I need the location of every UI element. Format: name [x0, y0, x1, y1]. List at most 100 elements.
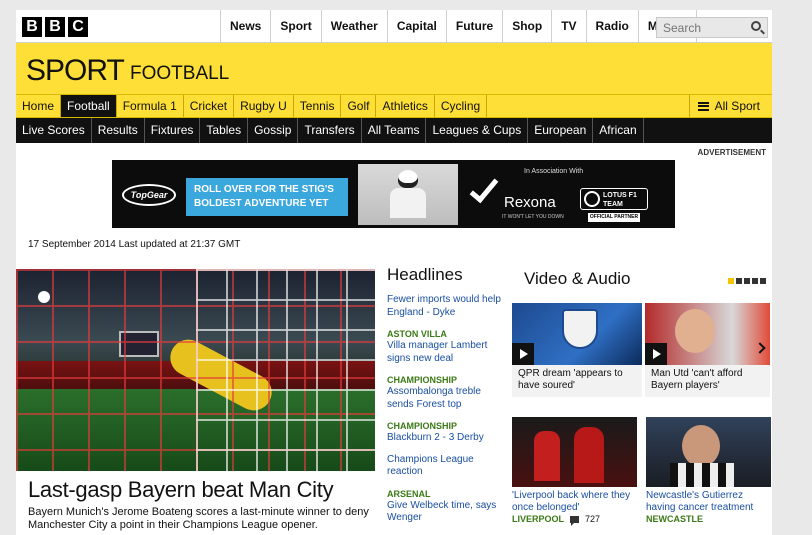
video-caption[interactable]: QPR dream 'appears to have soured' — [512, 365, 642, 397]
video-thumbnail[interactable] — [512, 303, 642, 365]
official-partner-label: OFFICIAL PARTNER — [588, 213, 640, 222]
sportnav-golf[interactable]: Golf — [341, 95, 377, 117]
subnav-transfers[interactable]: Transfers — [298, 118, 362, 143]
carousel-dot[interactable] — [744, 278, 750, 284]
headline-item[interactable]: ARSENAL Give Welbeck time, says Wenger — [387, 488, 505, 525]
headline-item[interactable]: CHAMPIONSHIP Blackburn 2 - 3 Derby — [387, 420, 505, 445]
section-title: FOOTBALL — [130, 63, 230, 84]
story-image[interactable] — [646, 417, 771, 487]
player-face — [682, 425, 720, 467]
subnav-gossip[interactable]: Gossip — [248, 118, 299, 143]
video-item[interactable]: QPR dream 'appears to have soured' — [512, 303, 642, 397]
headline-item[interactable]: ASTON VILLA Villa manager Lambert signs … — [387, 328, 505, 365]
headline-category[interactable]: ARSENAL — [387, 488, 505, 500]
carousel-dot[interactable] — [760, 278, 766, 284]
story-text[interactable]: Newcastle's Gutierrez having cancer trea… — [646, 487, 771, 514]
comment-icon — [570, 515, 580, 526]
sportnav-tennis[interactable]: Tennis — [294, 95, 342, 117]
all-sport-label: All Sport — [714, 99, 760, 113]
headline-text[interactable]: Blackburn 2 - 3 Derby — [387, 432, 505, 445]
sportnav-home[interactable]: Home — [16, 95, 62, 117]
search-icon[interactable] — [751, 21, 761, 31]
subnav-tables[interactable]: Tables — [200, 118, 249, 143]
topnav-capital[interactable]: Capital — [386, 10, 446, 43]
topnav-future[interactable]: Future — [445, 10, 502, 43]
subnav-results[interactable]: Results — [92, 118, 145, 143]
headline-category[interactable]: CHAMPIONSHIP — [387, 420, 505, 432]
topnav-weather[interactable]: Weather — [320, 10, 387, 43]
subnav-live-scores[interactable]: Live Scores — [16, 118, 92, 143]
headlines-title: Headlines — [387, 265, 463, 284]
player-shape — [534, 431, 560, 481]
bbc-top-bar: B B C News Sport Weather Capital Future … — [16, 10, 772, 43]
advert-line-2: BOLDEST ADVENTURE YET — [194, 198, 329, 209]
story-image[interactable] — [512, 417, 637, 487]
topnav-radio[interactable]: Radio — [585, 10, 638, 43]
carousel-dot[interactable] — [736, 278, 742, 284]
story-category[interactable]: NEWCASTLE — [646, 514, 703, 524]
play-icon[interactable] — [512, 343, 534, 365]
all-sport-button[interactable]: All Sport — [688, 95, 772, 117]
topnav-sport[interactable]: Sport — [270, 10, 320, 43]
topnav-news[interactable]: News — [220, 10, 270, 43]
headline-text[interactable]: Assombalonga treble sends Forest top — [387, 386, 505, 411]
subnav-fixtures[interactable]: Fixtures — [145, 118, 201, 143]
headline-category[interactable]: ASTON VILLA — [387, 328, 505, 340]
story-category[interactable]: LIVERPOOL — [512, 514, 564, 524]
logo-letter-c: C — [68, 17, 88, 37]
rexona-check-icon — [469, 172, 499, 204]
video-audio-title: Video & Audio — [524, 269, 631, 288]
carousel-dot[interactable] — [752, 278, 758, 284]
carousel-dots — [728, 278, 766, 284]
headline-text[interactable]: Champions League reaction — [387, 454, 505, 479]
menu-icon — [697, 101, 709, 111]
logo-letter-b2: B — [45, 17, 65, 37]
lotus-logo: LOTUS F1 TEAM — [580, 188, 648, 210]
subnav-european[interactable]: European — [528, 118, 594, 143]
stig-body-shape — [390, 188, 426, 218]
subnav-leagues-cups[interactable]: Leagues & Cups — [426, 118, 529, 143]
advert-line-1: ROLL OVER FOR THE STIG'S — [194, 184, 334, 195]
sport-brand[interactable]: SPORT — [26, 54, 125, 88]
subnav-african[interactable]: African — [593, 118, 644, 143]
football-subnav: Live Scores Results Fixtures Tables Goss… — [16, 118, 772, 143]
headline-item[interactable]: CHAMPIONSHIP Assombalonga treble sends F… — [387, 374, 505, 411]
bbc-logo[interactable]: B B C — [22, 17, 88, 37]
sportnav-football[interactable]: Football — [61, 95, 117, 117]
comment-count[interactable]: 727 — [585, 514, 600, 524]
hero-headline[interactable]: Last-gasp Bayern beat Man City — [28, 477, 334, 503]
sportnav-athletics[interactable]: Athletics — [376, 95, 435, 117]
sportnav-cricket[interactable]: Cricket — [184, 95, 235, 117]
player-shape — [574, 427, 604, 483]
headline-text[interactable]: Fewer imports would help England - Dyke — [387, 294, 505, 319]
headline-text[interactable]: Villa manager Lambert signs new deal — [387, 340, 505, 365]
topnav-tv[interactable]: TV — [551, 10, 585, 43]
hero-image[interactable] — [16, 269, 375, 471]
sportnav-formula1[interactable]: Formula 1 — [117, 95, 184, 117]
headline-category[interactable]: CHAMPIONSHIP — [387, 374, 505, 386]
manager-face — [675, 309, 715, 353]
sport-frame: B B C News Sport Weather Capital Future … — [16, 10, 772, 535]
story-text[interactable]: 'Liverpool back where they once belonged… — [512, 487, 637, 514]
headlines-column: Headlines Fewer imports would help Engla… — [387, 265, 505, 534]
carousel-dot[interactable] — [728, 278, 734, 284]
video-item[interactable]: Man Utd 'can't afford Bayern players' — [645, 303, 770, 397]
advert-callout[interactable]: ROLL OVER FOR THE STIG'S BOLDEST ADVENTU… — [186, 178, 348, 216]
headline-item[interactable]: Champions League reaction — [387, 454, 505, 479]
play-icon[interactable] — [645, 343, 667, 365]
hero-summary: Bayern Munich's Jerome Boateng scores a … — [28, 506, 369, 531]
advert-banner[interactable]: TopGear ROLL OVER FOR THE STIG'S BOLDEST… — [112, 160, 675, 228]
stig-helmet-shape — [398, 170, 418, 188]
headline-item[interactable]: Fewer imports would help England - Dyke — [387, 294, 505, 319]
video-thumbnail[interactable] — [645, 303, 770, 365]
top-navigation: News Sport Weather Capital Future Shop T… — [220, 10, 697, 43]
sportnav-rugby-union[interactable]: Rugby U — [234, 95, 294, 117]
story-item[interactable]: 'Liverpool back where they once belonged… — [512, 417, 637, 526]
rexona-tagline: IT WON'T LET YOU DOWN — [502, 214, 564, 220]
headline-text[interactable]: Give Welbeck time, says Wenger — [387, 500, 505, 525]
story-item[interactable]: Newcastle's Gutierrez having cancer trea… — [646, 417, 771, 524]
subnav-all-teams[interactable]: All Teams — [362, 118, 427, 143]
sportnav-cycling[interactable]: Cycling — [435, 95, 488, 117]
topnav-shop[interactable]: Shop — [502, 10, 551, 43]
video-caption[interactable]: Man Utd 'can't afford Bayern players' — [645, 365, 770, 397]
